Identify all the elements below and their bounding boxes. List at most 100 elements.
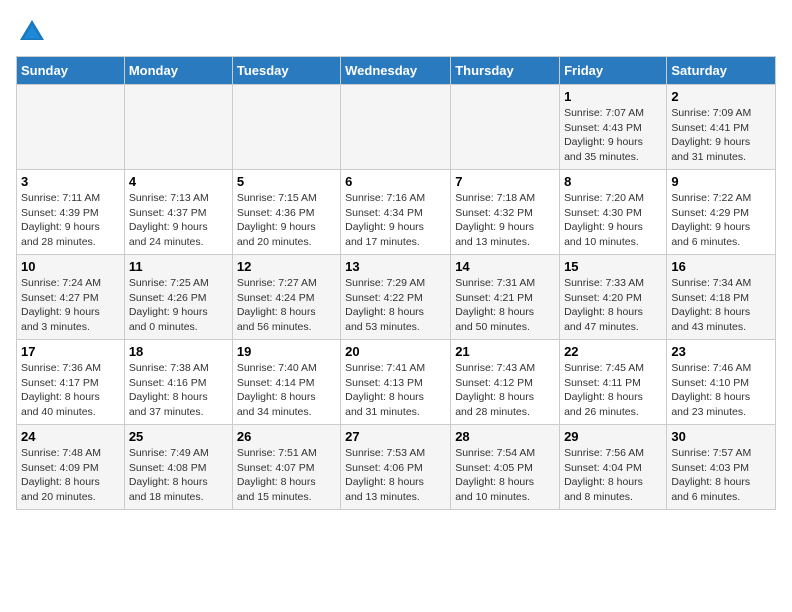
day-info: Sunrise: 7:38 AM Sunset: 4:16 PM Dayligh…	[129, 361, 228, 420]
day-info: Sunrise: 7:07 AM Sunset: 4:43 PM Dayligh…	[564, 106, 662, 165]
calendar-cell	[232, 85, 340, 170]
day-info: Sunrise: 7:36 AM Sunset: 4:17 PM Dayligh…	[21, 361, 120, 420]
calendar-cell: 27Sunrise: 7:53 AM Sunset: 4:06 PM Dayli…	[341, 425, 451, 510]
day-number: 11	[129, 259, 228, 274]
calendar-week-row: 1 Sunrise: 7:07 AM Sunset: 4:43 PM Daylig…	[17, 85, 776, 170]
logo-icon	[16, 16, 48, 48]
column-header-monday: Monday	[124, 57, 232, 85]
day-info: Sunrise: 7:18 AM Sunset: 4:32 PM Dayligh…	[455, 191, 555, 250]
day-number: 19	[237, 344, 336, 359]
calendar-cell: 20 Sunrise: 7:41 AM Sunset: 4:13 PM Dayli…	[341, 340, 451, 425]
day-info: Sunrise: 7:22 AM Sunset: 4:29 PM Dayligh…	[671, 191, 771, 250]
calendar-cell: 13 Sunrise: 7:29 AM Sunset: 4:22 PM Dayli…	[341, 255, 451, 340]
calendar-cell: 11 Sunrise: 7:25 AM Sunset: 4:26 PM Dayli…	[124, 255, 232, 340]
calendar-cell	[341, 85, 451, 170]
calendar-cell: 19 Sunrise: 7:40 AM Sunset: 4:14 PM Dayli…	[232, 340, 340, 425]
page-header	[16, 16, 776, 48]
calendar-cell: 14 Sunrise: 7:31 AM Sunset: 4:21 PM Dayli…	[451, 255, 560, 340]
column-header-saturday: Saturday	[667, 57, 776, 85]
calendar-table: SundayMondayTuesdayWednesdayThursdayFrid…	[16, 56, 776, 510]
column-header-wednesday: Wednesday	[341, 57, 451, 85]
day-number: 15	[564, 259, 662, 274]
day-info: Sunrise: 7:56 AM Sunset: 4:04 PM Dayligh…	[564, 446, 662, 505]
calendar-cell: 28 Sunrise: 7:54 AM Sunset: 4:05 PM Dayli…	[451, 425, 560, 510]
calendar-cell: 22Sunrise: 7:45 AM Sunset: 4:11 PM Dayli…	[560, 340, 667, 425]
calendar-week-row: 24Sunrise: 7:48 AM Sunset: 4:09 PM Dayli…	[17, 425, 776, 510]
day-number: 18	[129, 344, 228, 359]
calendar-week-row: 10 Sunrise: 7:24 AM Sunset: 4:27 PM Dayli…	[17, 255, 776, 340]
day-info: Sunrise: 7:31 AM Sunset: 4:21 PM Dayligh…	[455, 276, 555, 335]
day-number: 20	[345, 344, 446, 359]
day-number: 6	[345, 174, 446, 189]
day-number: 9	[671, 174, 771, 189]
day-info: Sunrise: 7:51 AM Sunset: 4:07 PM Dayligh…	[237, 446, 336, 505]
day-info: Sunrise: 7:11 AM Sunset: 4:39 PM Dayligh…	[21, 191, 120, 250]
day-number: 30	[671, 429, 771, 444]
calendar-cell: 17 Sunrise: 7:36 AM Sunset: 4:17 PM Dayli…	[17, 340, 125, 425]
day-info: Sunrise: 7:43 AM Sunset: 4:12 PM Dayligh…	[455, 361, 555, 420]
day-info: Sunrise: 7:46 AM Sunset: 4:10 PM Dayligh…	[671, 361, 771, 420]
day-info: Sunrise: 7:40 AM Sunset: 4:14 PM Dayligh…	[237, 361, 336, 420]
day-info: Sunrise: 7:09 AM Sunset: 4:41 PM Dayligh…	[671, 106, 771, 165]
calendar-cell: 16 Sunrise: 7:34 AM Sunset: 4:18 PM Dayli…	[667, 255, 776, 340]
day-info: Sunrise: 7:57 AM Sunset: 4:03 PM Dayligh…	[671, 446, 771, 505]
day-number: 1	[564, 89, 662, 104]
day-info: Sunrise: 7:33 AM Sunset: 4:20 PM Dayligh…	[564, 276, 662, 335]
column-header-thursday: Thursday	[451, 57, 560, 85]
logo	[16, 16, 52, 48]
calendar-cell: 23 Sunrise: 7:46 AM Sunset: 4:10 PM Dayli…	[667, 340, 776, 425]
day-info: Sunrise: 7:45 AM Sunset: 4:11 PM Dayligh…	[564, 361, 662, 420]
column-header-tuesday: Tuesday	[232, 57, 340, 85]
calendar-cell: 26 Sunrise: 7:51 AM Sunset: 4:07 PM Dayli…	[232, 425, 340, 510]
calendar-cell: 10 Sunrise: 7:24 AM Sunset: 4:27 PM Dayli…	[17, 255, 125, 340]
calendar-cell	[124, 85, 232, 170]
day-number: 17	[21, 344, 120, 359]
day-info: Sunrise: 7:27 AM Sunset: 4:24 PM Dayligh…	[237, 276, 336, 335]
calendar-cell: 8 Sunrise: 7:20 AM Sunset: 4:30 PM Daylig…	[560, 170, 667, 255]
calendar-cell: 5Sunrise: 7:15 AM Sunset: 4:36 PM Daylig…	[232, 170, 340, 255]
day-info: Sunrise: 7:15 AM Sunset: 4:36 PM Dayligh…	[237, 191, 336, 250]
calendar-cell: 2Sunrise: 7:09 AM Sunset: 4:41 PM Daylig…	[667, 85, 776, 170]
calendar-cell: 24Sunrise: 7:48 AM Sunset: 4:09 PM Dayli…	[17, 425, 125, 510]
column-header-sunday: Sunday	[17, 57, 125, 85]
calendar-cell: 6 Sunrise: 7:16 AM Sunset: 4:34 PM Daylig…	[341, 170, 451, 255]
day-info: Sunrise: 7:41 AM Sunset: 4:13 PM Dayligh…	[345, 361, 446, 420]
day-info: Sunrise: 7:16 AM Sunset: 4:34 PM Dayligh…	[345, 191, 446, 250]
day-info: Sunrise: 7:48 AM Sunset: 4:09 PM Dayligh…	[21, 446, 120, 505]
day-number: 23	[671, 344, 771, 359]
day-number: 25	[129, 429, 228, 444]
calendar-cell: 25 Sunrise: 7:49 AM Sunset: 4:08 PM Dayli…	[124, 425, 232, 510]
day-number: 28	[455, 429, 555, 444]
day-number: 4	[129, 174, 228, 189]
day-info: Sunrise: 7:29 AM Sunset: 4:22 PM Dayligh…	[345, 276, 446, 335]
calendar-cell	[451, 85, 560, 170]
day-number: 21	[455, 344, 555, 359]
calendar-cell: 12 Sunrise: 7:27 AM Sunset: 4:24 PM Dayli…	[232, 255, 340, 340]
day-number: 14	[455, 259, 555, 274]
day-number: 26	[237, 429, 336, 444]
calendar-cell: 7 Sunrise: 7:18 AM Sunset: 4:32 PM Daylig…	[451, 170, 560, 255]
day-number: 12	[237, 259, 336, 274]
calendar-header-row: SundayMondayTuesdayWednesdayThursdayFrid…	[17, 57, 776, 85]
day-number: 29	[564, 429, 662, 444]
day-number: 8	[564, 174, 662, 189]
calendar-cell: 21 Sunrise: 7:43 AM Sunset: 4:12 PM Dayli…	[451, 340, 560, 425]
day-info: Sunrise: 7:54 AM Sunset: 4:05 PM Dayligh…	[455, 446, 555, 505]
day-info: Sunrise: 7:49 AM Sunset: 4:08 PM Dayligh…	[129, 446, 228, 505]
day-number: 13	[345, 259, 446, 274]
day-number: 16	[671, 259, 771, 274]
day-number: 10	[21, 259, 120, 274]
day-number: 7	[455, 174, 555, 189]
calendar-cell: 30 Sunrise: 7:57 AM Sunset: 4:03 PM Dayli…	[667, 425, 776, 510]
day-info: Sunrise: 7:13 AM Sunset: 4:37 PM Dayligh…	[129, 191, 228, 250]
day-info: Sunrise: 7:20 AM Sunset: 4:30 PM Dayligh…	[564, 191, 662, 250]
day-number: 3	[21, 174, 120, 189]
calendar-cell: 4 Sunrise: 7:13 AM Sunset: 4:37 PM Daylig…	[124, 170, 232, 255]
day-info: Sunrise: 7:25 AM Sunset: 4:26 PM Dayligh…	[129, 276, 228, 335]
day-info: Sunrise: 7:53 AM Sunset: 4:06 PM Dayligh…	[345, 446, 446, 505]
day-info: Sunrise: 7:24 AM Sunset: 4:27 PM Dayligh…	[21, 276, 120, 335]
calendar-cell	[17, 85, 125, 170]
calendar-cell: 29 Sunrise: 7:56 AM Sunset: 4:04 PM Dayli…	[560, 425, 667, 510]
column-header-friday: Friday	[560, 57, 667, 85]
day-info: Sunrise: 7:34 AM Sunset: 4:18 PM Dayligh…	[671, 276, 771, 335]
